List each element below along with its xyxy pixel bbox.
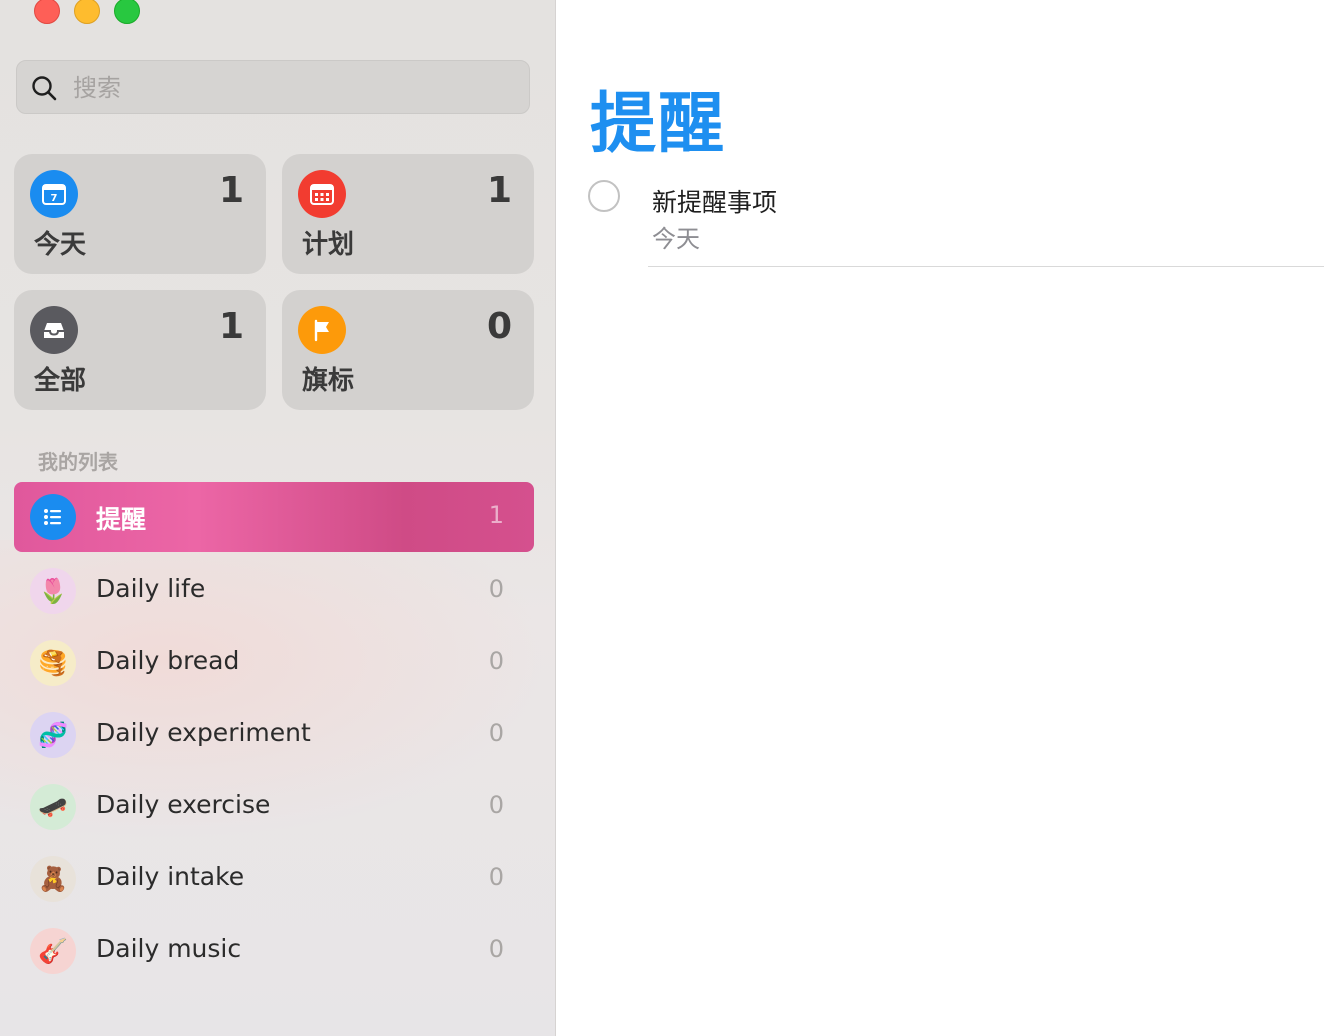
list-item-daily-experiment[interactable]: 🧬 Daily experiment 0 bbox=[14, 700, 534, 770]
smart-list-count: 1 bbox=[218, 306, 244, 347]
list-item-count: 1 bbox=[488, 501, 504, 529]
list-item-count: 0 bbox=[488, 647, 504, 675]
reminder-checkbox[interactable] bbox=[588, 180, 620, 212]
list-item-daily-intake[interactable]: 🧸 Daily intake 0 bbox=[14, 844, 534, 914]
dna-icon: 🧬 bbox=[30, 712, 76, 758]
list-item-label: Daily experiment bbox=[96, 718, 311, 747]
smart-list-label: 全部 bbox=[34, 366, 87, 396]
guitar-icon: 🎸 bbox=[30, 928, 76, 974]
teddy-bear-icon: 🧸 bbox=[30, 856, 76, 902]
list-item-count: 0 bbox=[488, 791, 504, 819]
smart-list-label: 计划 bbox=[302, 230, 355, 260]
minimize-window-button[interactable] bbox=[74, 0, 100, 24]
smart-list-count: 1 bbox=[218, 170, 244, 211]
pancakes-icon: 🥞 bbox=[30, 640, 76, 686]
smart-list-all[interactable]: 1 全部 bbox=[14, 290, 266, 410]
list-item-label: Daily music bbox=[96, 934, 242, 963]
calendar-grid-icon bbox=[298, 170, 346, 218]
list-item-label: Daily intake bbox=[96, 862, 245, 891]
smart-list-label: 旗标 bbox=[302, 366, 355, 396]
tulip-icon: 🌷 bbox=[30, 568, 76, 614]
smart-list-count: 1 bbox=[486, 170, 512, 211]
list-item-reminders[interactable]: 提醒 1 bbox=[14, 482, 534, 552]
reminder-divider bbox=[648, 266, 1324, 267]
smart-list-scheduled[interactable]: 1 计划 bbox=[282, 154, 534, 274]
list-item-count: 0 bbox=[488, 575, 504, 603]
search-bar[interactable] bbox=[16, 60, 530, 114]
my-lists-heading: 我的列表 bbox=[38, 450, 118, 474]
list-item-label: Daily bread bbox=[96, 646, 240, 675]
list-item-daily-exercise[interactable]: 🛹 Daily exercise 0 bbox=[14, 772, 534, 842]
reminder-title[interactable]: 新提醒事项 bbox=[652, 183, 777, 219]
close-window-button[interactable] bbox=[34, 0, 60, 24]
list-item-label: Daily exercise bbox=[96, 790, 271, 819]
tray-icon bbox=[30, 306, 78, 354]
smart-list-today[interactable]: 7 1 今天 bbox=[14, 154, 266, 274]
reminder-due-date: 今天 bbox=[652, 225, 700, 253]
flag-icon bbox=[298, 306, 346, 354]
list-item-count: 0 bbox=[488, 719, 504, 747]
skateboard-icon: 🛹 bbox=[30, 784, 76, 830]
smart-list-label: 今天 bbox=[34, 230, 87, 260]
list-item-label: 提醒 bbox=[96, 505, 147, 534]
list-title: 提醒 bbox=[590, 85, 726, 162]
smart-list-count: 0 bbox=[486, 306, 512, 347]
smart-list-flagged[interactable]: 0 旗标 bbox=[282, 290, 534, 410]
list-item-count: 0 bbox=[488, 863, 504, 891]
calendar-today-icon: 7 bbox=[30, 170, 78, 218]
list-item-label: Daily life bbox=[96, 574, 206, 603]
list-item-daily-life[interactable]: 🌷 Daily life 0 bbox=[14, 556, 534, 626]
search-icon bbox=[32, 76, 57, 101]
sidebar: 7 1 今天 1 计划 1 全部 bbox=[0, 0, 556, 1036]
zoom-window-button[interactable] bbox=[114, 0, 140, 24]
list-item-count: 0 bbox=[488, 935, 504, 963]
list-item-daily-music[interactable]: 🎸 Daily music 0 bbox=[14, 916, 534, 986]
list-bullet-icon bbox=[30, 494, 76, 540]
svg-text:7: 7 bbox=[51, 193, 58, 204]
search-input[interactable] bbox=[71, 69, 515, 107]
list-item-daily-bread[interactable]: 🥞 Daily bread 0 bbox=[14, 628, 534, 698]
